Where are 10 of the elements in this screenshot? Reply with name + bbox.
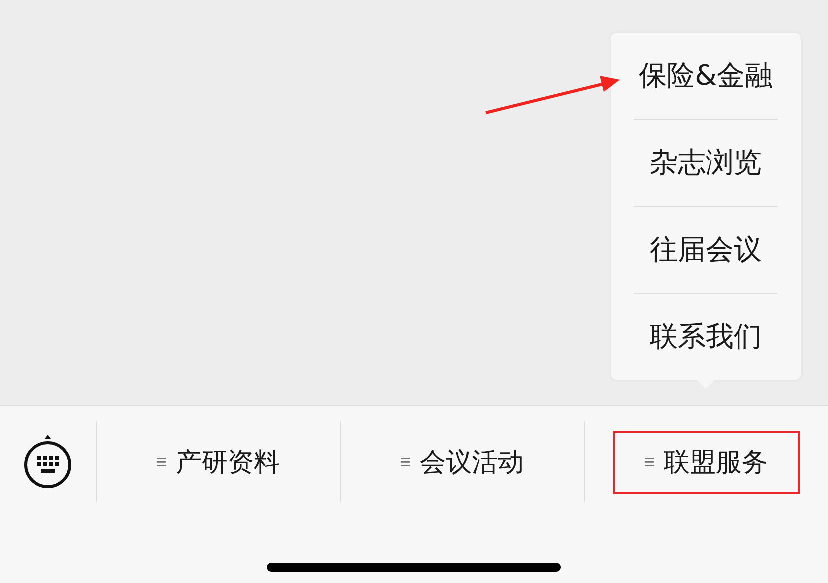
menu-button[interactable]: 会议活动 <box>369 430 556 494</box>
popup-menu-item[interactable]: 往届会议 <box>634 206 778 293</box>
menu-icon <box>645 457 654 467</box>
menu-button[interactable]: 联盟服务 <box>613 430 800 494</box>
popup-menu-item[interactable]: 保险&金融 <box>634 33 778 119</box>
menu-button[interactable]: 产研资料 <box>125 430 312 494</box>
menu-icon <box>401 457 410 467</box>
keyboard-icon[interactable] <box>24 434 72 490</box>
popup-menu-item[interactable]: 杂志浏览 <box>634 119 778 206</box>
menu-icon <box>157 457 166 467</box>
